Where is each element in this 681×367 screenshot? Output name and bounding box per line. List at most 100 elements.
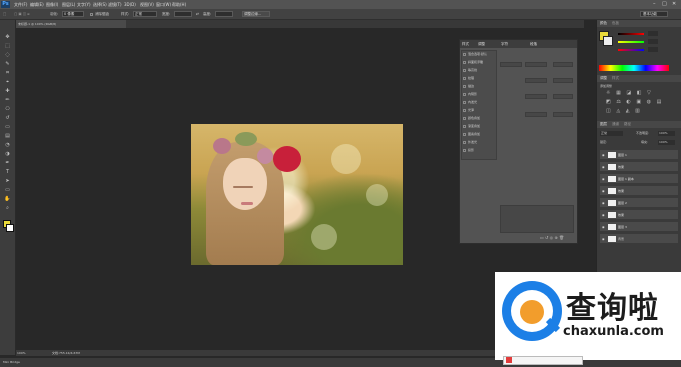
layers-tab[interactable]: 路径 bbox=[624, 122, 631, 127]
menu-item[interactable]: 帮助(H) bbox=[172, 1, 186, 8]
marquee-tool-icon[interactable]: ⬚ bbox=[3, 11, 6, 17]
checkbox[interactable] bbox=[463, 68, 466, 72]
panel-tab[interactable]: 样式 bbox=[462, 41, 469, 47]
ime-toolbar[interactable] bbox=[503, 356, 583, 365]
red-slider[interactable] bbox=[618, 33, 644, 35]
panel-field[interactable] bbox=[525, 112, 547, 117]
brush-tool-icon[interactable]: ✏ bbox=[3, 97, 12, 104]
checkbox[interactable] bbox=[463, 140, 466, 144]
panel-field[interactable] bbox=[525, 62, 547, 67]
styles-tab[interactable]: 样式 bbox=[612, 76, 619, 81]
pen-tool-icon[interactable]: ✒ bbox=[3, 160, 12, 167]
panel-footer-icons[interactable]: ▭ ↺ ◎ ⊕ 🗑 bbox=[540, 235, 564, 240]
blue-slider[interactable] bbox=[618, 49, 644, 51]
checkbox[interactable] bbox=[463, 108, 466, 112]
document-tab[interactable]: 未标题-1 @ 100% (RGB/8) bbox=[16, 20, 126, 28]
checkbox[interactable] bbox=[463, 124, 466, 128]
checkbox[interactable] bbox=[463, 84, 466, 88]
selection-mode-icons[interactable]: ▢ ▣ ◫ ⧈ bbox=[14, 11, 29, 17]
visibility-eye-icon[interactable]: ◉ bbox=[602, 186, 605, 196]
mini-bridge-tab[interactable]: Mini Bridge bbox=[3, 360, 20, 364]
document-image[interactable] bbox=[191, 124, 403, 265]
adjust-tab[interactable]: 调整 bbox=[600, 76, 607, 81]
eraser-tool-icon[interactable]: ▭ bbox=[3, 124, 12, 131]
panel-field[interactable] bbox=[553, 78, 573, 83]
visibility-eye-icon[interactable]: ◉ bbox=[602, 234, 605, 244]
layer-row[interactable]: ◉ 效果 bbox=[600, 186, 678, 196]
feather-input[interactable]: 0 像素 bbox=[62, 11, 84, 17]
panel-tab[interactable]: 字符 bbox=[501, 41, 508, 47]
shape-tool-icon[interactable]: ▭ bbox=[3, 187, 12, 194]
menu-item[interactable]: 图像(I) bbox=[46, 1, 58, 8]
style-item[interactable]: 图案叠加 bbox=[463, 131, 480, 137]
visibility-eye-icon[interactable]: ◉ bbox=[602, 198, 605, 208]
background-color-swatch[interactable] bbox=[6, 224, 14, 232]
crop-tool-icon[interactable]: ⌗ bbox=[3, 70, 12, 77]
height-input[interactable] bbox=[215, 11, 233, 17]
color-tab[interactable]: 颜色 bbox=[600, 21, 607, 26]
panel-tab[interactable]: 调整 bbox=[478, 41, 485, 47]
checkbox[interactable] bbox=[463, 132, 466, 136]
visibility-eye-icon[interactable]: ◉ bbox=[602, 222, 605, 232]
checkbox[interactable] bbox=[463, 100, 466, 104]
fill-input[interactable]: 100% bbox=[658, 140, 675, 145]
visibility-eye-icon[interactable]: ◉ bbox=[602, 150, 605, 160]
panel-field[interactable] bbox=[553, 62, 573, 67]
opacity-input[interactable]: 100% bbox=[658, 131, 675, 136]
panel-field[interactable] bbox=[500, 62, 522, 67]
checkbox[interactable] bbox=[463, 60, 466, 64]
visibility-eye-icon[interactable]: ◉ bbox=[602, 210, 605, 220]
blend-mode-select[interactable]: 正常 bbox=[600, 131, 623, 136]
menu-item[interactable]: 图层(L) bbox=[62, 1, 75, 8]
panel-field[interactable] bbox=[525, 78, 547, 83]
type-tool-icon[interactable]: T bbox=[3, 169, 12, 176]
eyedropper-tool-icon[interactable]: ⌖ bbox=[3, 79, 12, 86]
layer-row[interactable]: ◉ 图层 1 副本 bbox=[600, 174, 678, 184]
layer-row[interactable]: ◉ 图层 1 bbox=[600, 150, 678, 160]
style-item[interactable]: 颜色叠加 bbox=[463, 115, 480, 121]
color-ramp[interactable] bbox=[599, 65, 669, 71]
style-item[interactable]: 混合选项:默认 bbox=[463, 51, 487, 57]
layer-row[interactable]: ◉ 图层 2 bbox=[600, 198, 678, 208]
menu-item[interactable]: 文件(F) bbox=[14, 1, 27, 8]
lasso-tool-icon[interactable]: ◌ bbox=[3, 52, 12, 59]
stamp-tool-icon[interactable]: ⎔ bbox=[3, 106, 12, 113]
layer-row[interactable]: ◉ 效果 bbox=[600, 162, 678, 172]
style-item[interactable]: 等高线 bbox=[463, 67, 477, 73]
green-slider[interactable] bbox=[618, 41, 644, 43]
antialias-checkbox[interactable]: 消除锯齿 bbox=[90, 11, 109, 17]
adjustment-icons[interactable]: ☼ ▦ ◪ ◧ ▽ bbox=[606, 90, 653, 96]
swatches-tab[interactable]: 色板 bbox=[612, 21, 619, 26]
layers-tab[interactable]: 图层 bbox=[600, 122, 607, 127]
dodge-tool-icon[interactable]: ◑ bbox=[3, 151, 12, 158]
marquee-tool-icon[interactable]: ⬚ bbox=[3, 43, 12, 50]
style-item[interactable]: 内阴影 bbox=[463, 91, 477, 97]
checkbox[interactable] bbox=[463, 148, 466, 152]
style-item[interactable]: 内发光 bbox=[463, 99, 477, 105]
style-item[interactable]: 投影 bbox=[463, 147, 474, 153]
zoom-tool-icon[interactable]: ⌕ bbox=[3, 205, 12, 212]
quick-select-tool-icon[interactable]: ✎ bbox=[3, 61, 12, 68]
blur-tool-icon[interactable]: ◔ bbox=[3, 142, 12, 149]
style-item[interactable]: 描边 bbox=[463, 83, 474, 89]
layer-row[interactable]: ◉ 背景 bbox=[600, 234, 678, 244]
visibility-eye-icon[interactable]: ◉ bbox=[602, 162, 605, 172]
style-item[interactable]: 斜面和浮雕 bbox=[463, 59, 483, 65]
menu-item[interactable]: 滤镜(T) bbox=[108, 1, 122, 8]
background-color-swatch[interactable] bbox=[603, 36, 613, 46]
panel-tab[interactable]: 段落 bbox=[530, 41, 537, 47]
adjustment-icons-row3[interactable]: ◫ ◬ ◭ ▥ bbox=[606, 108, 642, 114]
layers-tab[interactable]: 通道 bbox=[612, 122, 619, 127]
maximize-button[interactable]: □ bbox=[662, 1, 667, 8]
zoom-level[interactable]: 100% bbox=[17, 351, 26, 355]
move-tool-icon[interactable]: ✥ bbox=[3, 34, 12, 41]
healing-tool-icon[interactable]: ✚ bbox=[3, 88, 12, 95]
checkbox[interactable] bbox=[463, 116, 466, 120]
red-value[interactable] bbox=[648, 31, 658, 36]
menu-item[interactable]: 3D(D) bbox=[124, 1, 136, 8]
style-item[interactable]: 外发光 bbox=[463, 139, 477, 145]
panel-field[interactable] bbox=[553, 94, 573, 99]
history-brush-icon[interactable]: ↺ bbox=[3, 115, 12, 122]
path-select-icon[interactable]: ➤ bbox=[3, 178, 12, 185]
style-item[interactable]: 纹理 bbox=[463, 75, 474, 81]
